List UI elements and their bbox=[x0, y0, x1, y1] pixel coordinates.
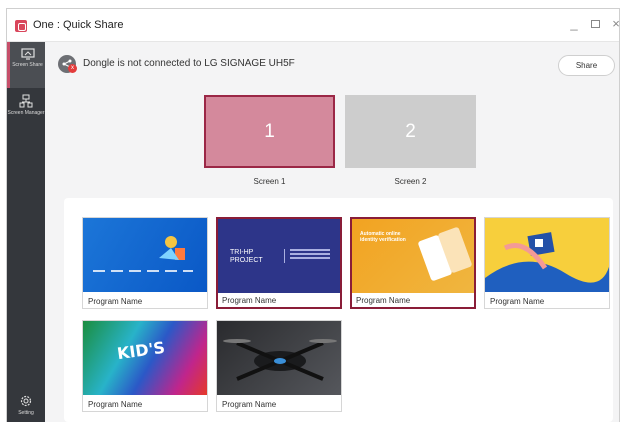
drone-illustration bbox=[223, 339, 337, 381]
program-card[interactable]: Program Name bbox=[484, 217, 610, 309]
phone-illustration bbox=[418, 227, 472, 281]
thumbnail-title: TRI-HP PROJECT bbox=[230, 249, 263, 264]
connection-status-text: Dongle is not connected to LG SIGNAGE UH… bbox=[83, 58, 295, 69]
app-logo-icon bbox=[15, 20, 27, 32]
sidebar-item-label: Setting bbox=[18, 410, 34, 416]
program-thumbnail bbox=[83, 218, 207, 292]
program-thumbnail bbox=[485, 218, 609, 292]
error-badge: x bbox=[68, 64, 77, 73]
gear-icon bbox=[20, 395, 32, 407]
program-name: Program Name bbox=[356, 296, 411, 305]
program-card[interactable]: TRI-HP PROJECT Program Name bbox=[216, 217, 342, 309]
sidebar-item-screen-share[interactable]: Screen Share bbox=[7, 42, 45, 88]
close-button[interactable]: × bbox=[609, 16, 623, 31]
screen-2-tile[interactable]: 2 bbox=[345, 95, 476, 168]
program-thumbnail: KID'S bbox=[83, 321, 207, 395]
program-card[interactable]: Program Name bbox=[216, 320, 342, 412]
app-window: One : Quick Share _ × Screen Share Scree… bbox=[6, 8, 620, 422]
sidebar-item-setting[interactable]: Setting bbox=[7, 390, 45, 422]
minimize-button[interactable]: _ bbox=[567, 16, 581, 31]
sidebar: Screen Share Screen Manager Setting bbox=[7, 42, 45, 422]
sidebar-item-label: Screen Share bbox=[12, 62, 43, 68]
window-title: One : Quick Share bbox=[33, 19, 124, 31]
program-name: Program Name bbox=[88, 400, 143, 409]
text-lines-graphic bbox=[290, 249, 330, 251]
partner-logos-graphic bbox=[93, 270, 193, 272]
screen-share-icon bbox=[20, 48, 35, 60]
screen-1-label: Screen 1 bbox=[253, 177, 286, 186]
program-name: Program Name bbox=[222, 296, 277, 305]
program-card[interactable]: Program Name bbox=[82, 217, 208, 309]
program-name: Program Name bbox=[222, 400, 277, 409]
illustration-graphic bbox=[159, 236, 185, 260]
main-content: x Dongle is not connected to LG SIGNAGE … bbox=[45, 42, 619, 422]
illustration-graphic bbox=[485, 232, 609, 292]
title-bar: One : Quick Share _ × bbox=[7, 9, 620, 42]
thumbnail-title: Automatic online identity verification bbox=[360, 231, 406, 243]
sidebar-item-screen-manager[interactable]: Screen Manager bbox=[7, 90, 45, 130]
program-card[interactable]: Automatic online identity verification P… bbox=[350, 217, 476, 309]
screen-1-tile[interactable]: 1 bbox=[204, 95, 335, 168]
program-name: Program Name bbox=[490, 297, 545, 306]
divider bbox=[284, 249, 285, 263]
program-thumbnail bbox=[217, 321, 341, 395]
kids-logo: KID'S bbox=[115, 337, 167, 364]
maximize-button[interactable] bbox=[588, 16, 602, 31]
sidebar-item-label: Screen Manager bbox=[7, 110, 45, 116]
share-button[interactable]: Share bbox=[558, 55, 615, 76]
maximize-icon bbox=[590, 20, 600, 28]
program-list-panel: Program Name TRI-HP PROJECT Program Name… bbox=[64, 198, 613, 422]
program-card[interactable]: KID'S Program Name bbox=[82, 320, 208, 412]
program-thumbnail: TRI-HP PROJECT bbox=[218, 219, 340, 293]
program-thumbnail: Automatic online identity verification bbox=[352, 219, 474, 293]
screen-2-label: Screen 2 bbox=[394, 177, 427, 186]
network-icon bbox=[19, 94, 33, 108]
program-name: Program Name bbox=[88, 297, 143, 306]
